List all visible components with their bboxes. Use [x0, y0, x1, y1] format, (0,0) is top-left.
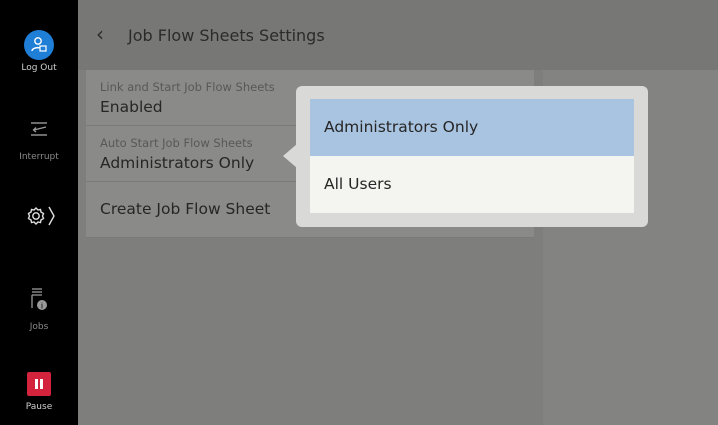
header: ‹ Job Flow Sheets Settings — [78, 0, 718, 70]
pause-icon — [27, 372, 51, 396]
chevron-right-icon — [48, 206, 55, 226]
jobs-button[interactable]: i Jobs — [0, 286, 78, 332]
logout-button[interactable]: Log Out — [0, 30, 78, 73]
setting-label: Create Job Flow Sheet — [100, 200, 271, 218]
option-all-users[interactable]: All Users — [310, 156, 634, 213]
setting-value: Enabled — [100, 98, 163, 116]
sidebar: Log Out Interrupt i Jobs Pause — [0, 0, 78, 425]
popup-pointer — [283, 144, 297, 168]
pause-button[interactable]: Pause — [0, 372, 78, 412]
svg-text:i: i — [41, 302, 43, 311]
option-label: All Users — [324, 175, 392, 193]
option-administrators-only[interactable]: Administrators Only — [310, 99, 634, 156]
pause-label: Pause — [25, 402, 53, 412]
setting-value: Administrators Only — [100, 154, 255, 172]
jobs-label: Jobs — [29, 322, 49, 332]
setting-label: Link and Start Job Flow Sheets — [100, 80, 275, 94]
back-chevron-icon[interactable]: ‹ — [96, 22, 104, 46]
jobs-icon: i — [31, 288, 47, 311]
page-title: Job Flow Sheets Settings — [128, 26, 325, 45]
setting-label: Auto Start Job Flow Sheets — [100, 136, 253, 150]
settings-button[interactable] — [0, 203, 78, 233]
interrupt-label: Interrupt — [19, 152, 59, 162]
interrupt-icon — [31, 122, 47, 136]
interrupt-button[interactable]: Interrupt — [0, 120, 78, 162]
gear-icon — [27, 206, 55, 226]
user-logout-icon — [24, 30, 54, 60]
selection-popup: Administrators Only All Users — [296, 86, 648, 227]
logout-label: Log Out — [21, 63, 57, 73]
option-label: Administrators Only — [324, 118, 479, 136]
